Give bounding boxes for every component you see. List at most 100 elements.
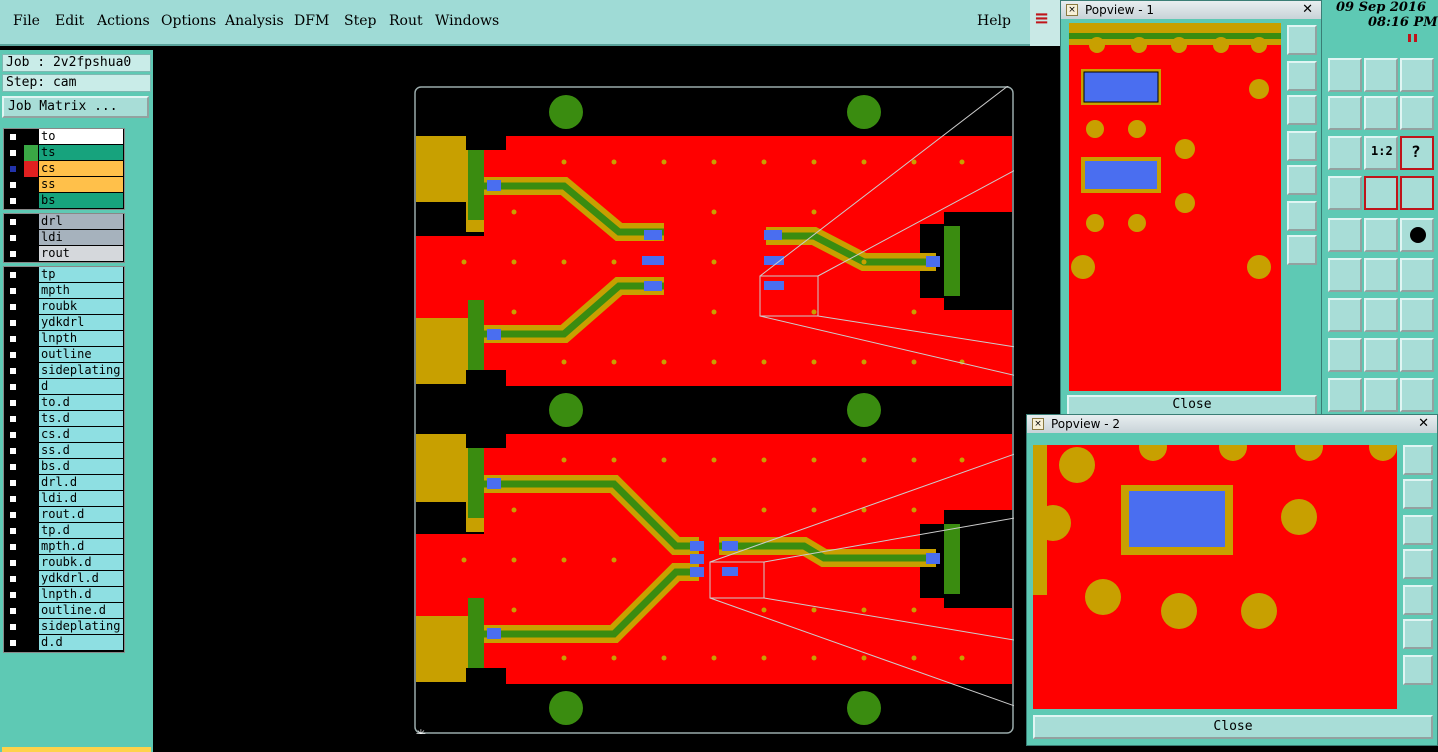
layer-arch-icon[interactable] <box>1328 378 1362 412</box>
layer-checkbox[interactable] <box>8 180 18 190</box>
layer-name[interactable]: outline.d <box>39 603 123 618</box>
layer-name[interactable]: bs.d <box>39 459 123 474</box>
measure-icon[interactable] <box>1364 338 1398 372</box>
draw-icon[interactable] <box>1328 298 1362 332</box>
layer-name[interactable]: lnpth.d <box>39 587 123 602</box>
layer-row[interactable]: mpth.d <box>4 539 124 555</box>
layer-row[interactable]: roubk.d <box>4 555 124 571</box>
menu-analysis[interactable]: Analysis <box>225 13 284 29</box>
layer-row[interactable]: mpth <box>4 283 124 299</box>
layer-checkbox[interactable] <box>8 510 18 520</box>
layer-name[interactable]: roubk <box>39 299 123 314</box>
pcb-canvas[interactable]: ✳ <box>414 86 1014 734</box>
layer-name[interactable]: ldi.d <box>39 491 123 506</box>
layer-checkbox[interactable] <box>8 196 18 206</box>
layers-icon[interactable] <box>1400 176 1434 210</box>
layer-row[interactable]: roubk <box>4 299 124 315</box>
layer-checkbox[interactable] <box>8 217 18 227</box>
layer-name[interactable]: drl.d <box>39 475 123 490</box>
layer-name[interactable]: d.d <box>39 635 123 650</box>
pan-left-icon[interactable] <box>1403 549 1433 579</box>
layer-checkbox[interactable] <box>8 148 18 158</box>
layer-name[interactable]: ts.d <box>39 411 123 426</box>
tool-icon[interactable] <box>1400 58 1434 92</box>
layer-row[interactable]: cs <box>4 161 124 177</box>
layer-checkbox[interactable] <box>8 446 18 456</box>
menu-options[interactable]: Options <box>161 13 216 29</box>
popview-2-canvas[interactable] <box>1033 445 1397 709</box>
menu-edit[interactable]: Edit <box>55 13 84 29</box>
layer-row[interactable]: ts.d <box>4 411 124 427</box>
popview-fit-icon[interactable] <box>1287 25 1317 55</box>
layer-name[interactable]: roubk.d <box>39 555 123 570</box>
tool-icon[interactable] <box>1364 96 1398 130</box>
layer-row[interactable]: d <box>4 379 124 395</box>
menu-rout[interactable]: Rout <box>389 13 423 29</box>
layer-checkbox[interactable] <box>8 542 18 552</box>
menu-file[interactable]: File <box>13 13 40 29</box>
tool-icon[interactable] <box>1328 58 1362 92</box>
close-icon[interactable]: ✕ <box>1302 1 1313 19</box>
layer-color-swatch[interactable] <box>24 193 38 209</box>
menu-step[interactable]: Step <box>344 13 376 29</box>
pan-right-icon[interactable] <box>1403 585 1433 615</box>
zoom-in-icon[interactable] <box>1287 201 1317 231</box>
layer-checkbox[interactable] <box>8 430 18 440</box>
layer-row[interactable]: rout <box>4 246 124 262</box>
layer-name[interactable]: ydkdrl.d <box>39 571 123 586</box>
layer-name[interactable]: mpth <box>39 283 123 298</box>
layer-row[interactable]: d.d <box>4 635 124 651</box>
layer-arch-icon[interactable] <box>1400 378 1434 412</box>
zoom-in-icon[interactable] <box>1403 619 1433 649</box>
layer-name[interactable]: tp <box>39 267 123 282</box>
one-to-two-icon[interactable]: 1:2 <box>1364 136 1398 170</box>
layer-checkbox[interactable] <box>8 249 18 259</box>
layer-checkbox[interactable] <box>8 132 18 142</box>
layer-checkbox[interactable] <box>8 164 18 174</box>
layer-checkbox[interactable] <box>8 382 18 392</box>
layer-row[interactable]: to.d <box>4 395 124 411</box>
layer-checkbox[interactable] <box>8 478 18 488</box>
layer-name[interactable]: lnpth <box>39 331 123 346</box>
connect-icon[interactable] <box>1364 258 1398 292</box>
pan-right-icon[interactable] <box>1287 165 1317 195</box>
layer-checkbox[interactable] <box>8 270 18 280</box>
close-icon[interactable]: ✕ <box>1418 415 1429 433</box>
layer-name[interactable]: cs <box>39 161 123 176</box>
layer-name[interactable]: bs <box>39 193 123 208</box>
menu-windows[interactable]: Windows <box>435 13 499 29</box>
menu-actions[interactable]: Actions <box>97 13 150 29</box>
layer-checkbox[interactable] <box>8 350 18 360</box>
layer-checkbox[interactable] <box>8 526 18 536</box>
layer-row[interactable]: drl <box>4 214 124 230</box>
layer-checkbox[interactable] <box>8 286 18 296</box>
layer-row[interactable]: ss <box>4 177 124 193</box>
layer-arch-icon[interactable] <box>1364 378 1398 412</box>
arc-icon[interactable] <box>1364 298 1398 332</box>
layer-checkbox[interactable] <box>8 366 18 376</box>
layer-name[interactable]: to.d <box>39 395 123 410</box>
layer-row[interactable]: ldi <box>4 230 124 246</box>
layer-row[interactable]: sideplating <box>4 619 124 635</box>
layer-name[interactable]: drl <box>39 214 123 229</box>
layer-name[interactable]: tp.d <box>39 523 123 538</box>
layer-name[interactable]: rout.d <box>39 507 123 522</box>
popview-fit-icon[interactable] <box>1403 445 1433 475</box>
line-icon[interactable] <box>1328 338 1362 372</box>
layer-checkbox[interactable] <box>8 558 18 568</box>
layer-row[interactable]: cs.d <box>4 427 124 443</box>
layer-row[interactable]: outline.d <box>4 603 124 619</box>
job-matrix-button[interactable]: Job Matrix ... <box>2 96 149 118</box>
layer-checkbox[interactable] <box>8 233 18 243</box>
layer-checkbox[interactable] <box>8 638 18 648</box>
grid-icon[interactable] <box>1328 176 1362 210</box>
layer-checkbox[interactable] <box>8 494 18 504</box>
menu-dfm[interactable]: DFM <box>294 13 329 29</box>
layer-name[interactable]: d <box>39 379 123 394</box>
layer-name[interactable]: outline <box>39 347 123 362</box>
tool-icon[interactable] <box>1364 58 1398 92</box>
layer-row[interactable]: lnpth.d <box>4 587 124 603</box>
layer-name[interactable]: ldi <box>39 230 123 245</box>
popview-2-close-button[interactable]: Close <box>1033 715 1433 739</box>
layer-checkbox[interactable] <box>8 414 18 424</box>
